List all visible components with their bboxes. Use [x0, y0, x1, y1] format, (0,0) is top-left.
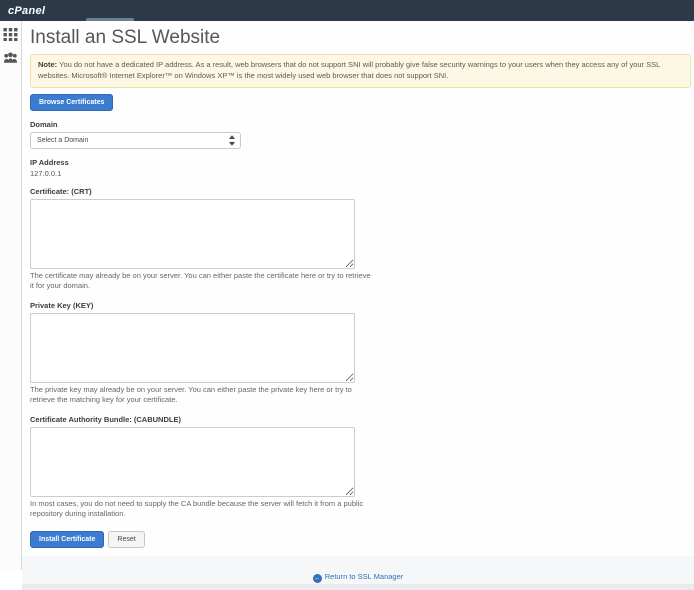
ca-bundle-label: Certificate Authority Bundle: (CABUNDLE)	[30, 415, 691, 424]
domain-label: Domain	[30, 120, 691, 129]
note-text: You do not have a dedicated IP address. …	[38, 60, 660, 80]
browse-certificates-button[interactable]: Browse Certificates	[30, 94, 113, 111]
return-link-label: Return to SSL Manager	[325, 572, 404, 581]
sni-warning-note: Note: You do not have a dedicated IP add…	[30, 54, 691, 88]
select-stepper-icon	[229, 135, 235, 146]
ca-bundle-textarea[interactable]	[30, 427, 355, 497]
install-ssl-form: Install an SSL Website Note: You do not …	[22, 21, 694, 556]
note-label: Note:	[38, 60, 57, 69]
page-title: Install an SSL Website	[30, 27, 691, 49]
grid-icon[interactable]	[3, 27, 18, 41]
private-key-textarea[interactable]	[30, 313, 355, 383]
private-key-label: Private Key (KEY)	[30, 301, 691, 310]
certificate-help-text: The certificate may already be on your s…	[30, 271, 375, 292]
header-highlight	[86, 18, 134, 21]
ip-address-label: IP Address	[30, 158, 691, 167]
page-footer: ←Return to SSL Manager	[22, 556, 694, 590]
private-key-help-text: The private key may already be on your s…	[30, 385, 375, 406]
cpanel-logo: cPanel	[8, 5, 45, 17]
ip-address-value: 127.0.0.1	[30, 169, 691, 178]
footer-bottom-strip	[22, 584, 694, 590]
reset-button[interactable]: Reset	[108, 531, 144, 548]
install-certificate-button[interactable]: Install Certificate	[30, 531, 104, 548]
left-sidebar	[0, 21, 22, 570]
certificate-label: Certificate: (CRT)	[30, 187, 691, 196]
domain-select[interactable]: Select a Domain	[30, 132, 241, 149]
certificate-textarea[interactable]	[30, 199, 355, 269]
top-bar: cPanel	[0, 0, 694, 21]
ca-bundle-help-text: In most cases, you do not need to supply…	[30, 499, 375, 520]
form-actions: Install Certificate Reset	[30, 531, 691, 548]
return-to-ssl-manager-link[interactable]: ←Return to SSL Manager	[313, 572, 404, 581]
domain-select-value: Select a Domain	[37, 137, 88, 144]
users-icon[interactable]	[3, 51, 18, 65]
arrow-circle-left-icon: ←	[313, 574, 322, 583]
